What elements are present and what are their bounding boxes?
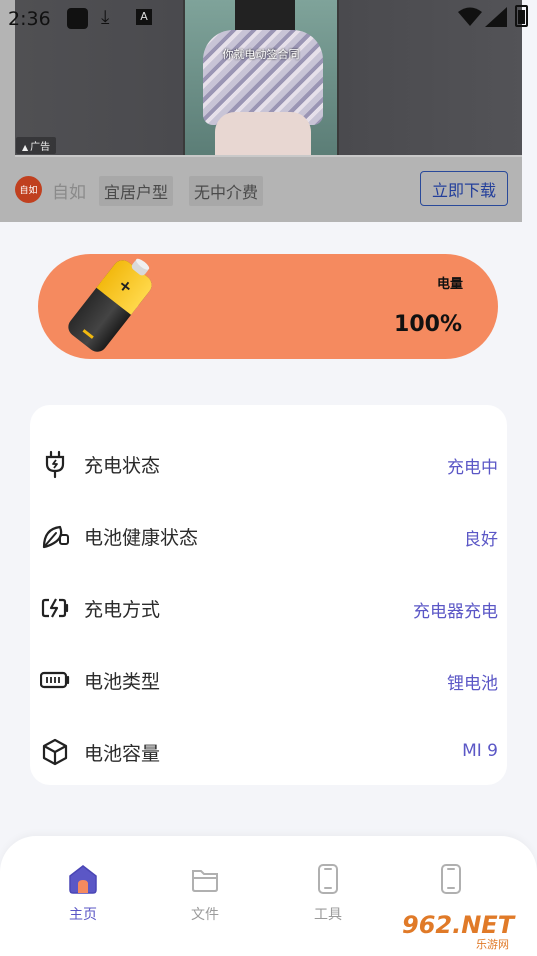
ad-figure-sweater — [203, 30, 323, 125]
wifi-icon — [458, 7, 482, 26]
battery-status-icon — [515, 5, 528, 27]
plug-icon — [45, 450, 65, 479]
nav-home[interactable]: 主页 — [38, 862, 128, 924]
ad-chip: 宜居户型 — [99, 176, 174, 206]
battery-icon: + — [68, 258, 152, 352]
charging-battery-icon — [41, 598, 69, 618]
signal-icon — [485, 7, 507, 27]
ad-figure-legs — [215, 112, 311, 157]
ad-video-progress — [15, 155, 522, 157]
phone-icon — [441, 864, 461, 894]
nav-label: 文件 — [191, 907, 219, 923]
ad-tag-icon: ▲ — [22, 143, 29, 152]
home-icon — [69, 865, 97, 894]
ad-chip: 无中介费 — [189, 176, 264, 206]
info-value: 充电中 — [447, 458, 498, 478]
nav-label: 主页 — [69, 907, 97, 923]
download-button[interactable]: 立即下载 — [420, 171, 508, 206]
power-title: 电量 — [436, 277, 463, 292]
a-icon: A — [136, 9, 152, 25]
battery-info-list: 充电状态 充电中 电池健康状态 良好 充电方式 充电器充电 电池类型 锂电池 电… — [30, 405, 507, 785]
folder-icon — [192, 870, 218, 892]
ad-label: ▲ 广告 — [16, 137, 57, 154]
info-value: 锂电池 — [447, 674, 498, 694]
brand-logo: 自如 — [15, 176, 42, 203]
info-row-battery-type[interactable]: 电池类型 锂电池 — [30, 643, 507, 715]
cube-icon — [42, 738, 68, 766]
download-icon: ⤓ — [101, 6, 110, 28]
ad-label-text: 广告 — [30, 142, 51, 153]
info-row-charging-method[interactable]: 充电方式 充电器充电 — [30, 571, 507, 643]
info-label: 充电状态 — [84, 455, 161, 477]
power-value: 100% — [394, 312, 462, 337]
info-label: 充电方式 — [84, 599, 161, 621]
info-row-battery-health[interactable]: 电池健康状态 良好 — [30, 499, 507, 571]
info-value: 良好 — [464, 530, 498, 550]
info-row-charging-status[interactable]: 充电状态 充电中 — [30, 427, 507, 499]
nav-device[interactable] — [406, 862, 496, 904]
status-bar: 2:36 ⤓ A — [0, 0, 537, 36]
nav-tools[interactable]: 工具 — [283, 862, 373, 924]
phone-icon — [318, 864, 338, 894]
leaf-health-icon — [42, 525, 69, 549]
svg-text:962.NET: 962.NET — [402, 911, 516, 939]
info-value: MI 9 — [462, 741, 498, 761]
info-label: 电池健康状态 — [84, 527, 199, 549]
battery-level-card: + 电量 100% — [38, 254, 498, 359]
status-time: 2:36 — [8, 8, 51, 30]
svg-text:乐游网: 乐游网 — [476, 938, 509, 951]
watermark-logo: 962.NET 乐游网 — [398, 907, 531, 951]
ad-video-caption: 你就电动签合同 — [222, 48, 300, 61]
info-label: 电池类型 — [84, 671, 161, 693]
info-label: 电池容量 — [84, 743, 161, 765]
app-notification-icon — [67, 8, 88, 29]
nav-label: 工具 — [314, 907, 342, 923]
nav-files[interactable]: 文件 — [160, 862, 250, 924]
info-row-battery-capacity[interactable]: 电池容量 MI 9 — [30, 715, 507, 787]
brand-name: 自如 — [52, 183, 86, 203]
battery-type-icon — [40, 671, 70, 689]
info-value: 充电器充电 — [413, 602, 498, 622]
